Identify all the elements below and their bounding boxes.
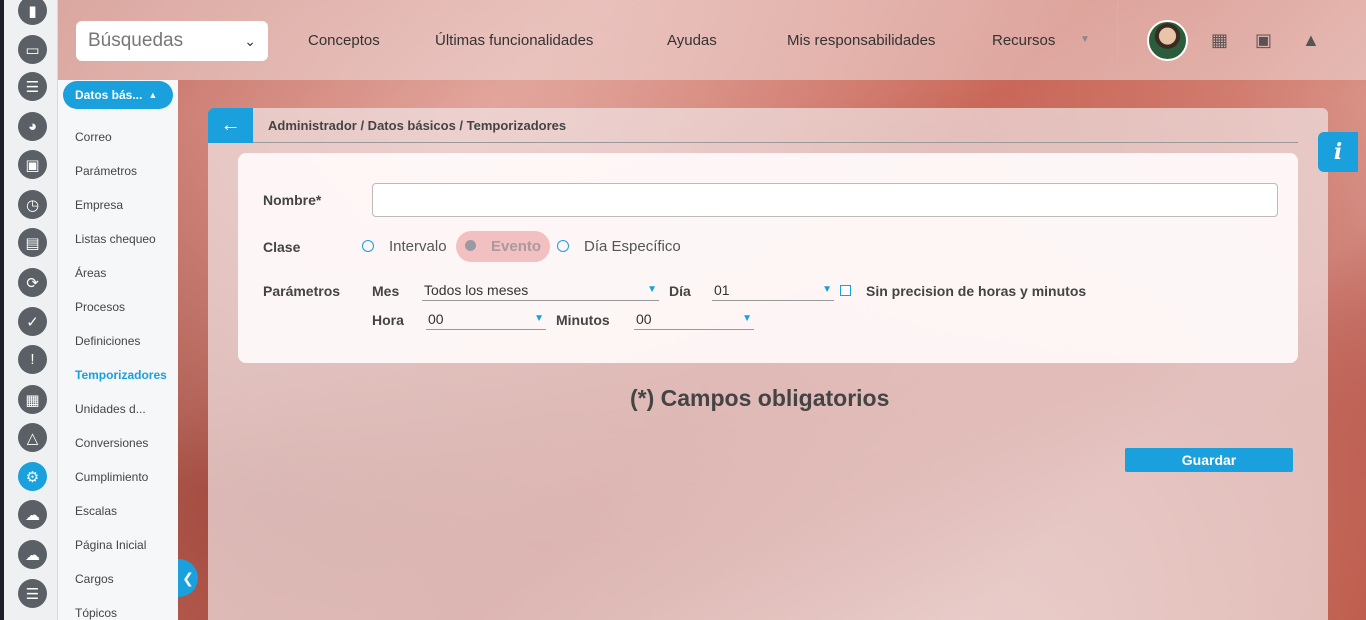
radio-dia-especifico[interactable]	[557, 240, 569, 252]
list-icon[interactable]: ☰	[18, 579, 47, 608]
no-precision-label: Sin precision de horas y minutos	[866, 283, 1087, 299]
sidebar-item-cargos[interactable]: Cargos	[75, 572, 114, 586]
cycle-icon[interactable]: ⟳	[18, 268, 47, 297]
sidebar-item-cumplimiento[interactable]: Cumplimiento	[75, 470, 148, 484]
name-label: Nombre*	[263, 192, 322, 208]
chevron-down-icon: ⌄	[244, 32, 256, 49]
presentation-icon[interactable]: ▭	[18, 35, 47, 64]
info-button[interactable]: i	[1318, 132, 1358, 172]
sidebar-item-parametros[interactable]: Parámetros	[75, 164, 137, 178]
required-fields-note: (*) Campos obligatorios	[630, 385, 890, 411]
caret-down-icon[interactable]: ▼	[1080, 34, 1090, 45]
caret-down-icon: ▼	[534, 313, 544, 324]
month-label: Mes	[372, 283, 400, 299]
minutes-select[interactable]: 00 ▼	[634, 308, 754, 330]
gantt-icon[interactable]: ☰	[18, 72, 47, 101]
sidebar-item-listas-chequeo[interactable]: Listas chequeo	[75, 232, 156, 246]
month-select[interactable]: Todos los meses ▼	[422, 279, 659, 301]
calendar-icon[interactable]: ▦	[18, 385, 47, 414]
back-button[interactable]: ←	[208, 108, 253, 143]
menu-mis-responsabilidades[interactable]: Mis responsabilidades	[787, 32, 935, 49]
hour-label: Hora	[372, 312, 404, 328]
class-label: Clase	[263, 239, 301, 255]
divider	[1117, 0, 1118, 80]
caret-up-icon: ▲	[148, 90, 158, 100]
radio-intervalo-label[interactable]: Intervalo	[389, 238, 447, 255]
sidebar-item-temporizadores[interactable]: Temporizadores	[75, 368, 167, 382]
weather-icon[interactable]: ☁	[18, 500, 47, 529]
menu-ultimas-funcionalidades[interactable]: Últimas funcionalidades	[435, 32, 593, 49]
menu-ayudas[interactable]: Ayudas	[667, 32, 717, 49]
search-dropdown[interactable]: Búsquedas ⌄	[76, 21, 268, 61]
sidebar-item-unidades[interactable]: Unidades d...	[75, 402, 146, 416]
radio-intervalo[interactable]	[362, 240, 374, 252]
sidebar-item-definiciones[interactable]: Definiciones	[75, 334, 140, 348]
hour-value: 00	[428, 310, 444, 327]
warning-icon[interactable]: !	[18, 345, 47, 374]
caret-down-icon: ▼	[742, 313, 752, 324]
caret-down-icon: ▼	[822, 284, 832, 295]
radio-evento-dot[interactable]	[465, 240, 476, 251]
day-label: Día	[669, 283, 691, 299]
name-input[interactable]	[372, 183, 1278, 217]
clock-icon[interactable]: ◷	[18, 190, 47, 219]
hour-select[interactable]: 00 ▼	[426, 308, 546, 330]
menu-recursos[interactable]: Recursos	[992, 32, 1055, 49]
sidebar-item-topicos[interactable]: Tópicos	[75, 606, 117, 620]
section-selector[interactable]: Datos bás... ▲	[63, 81, 173, 109]
cloud-icon[interactable]: ☁	[18, 540, 47, 569]
rail-edge	[0, 0, 4, 620]
month-value: Todos los meses	[424, 281, 529, 298]
bell-icon[interactable]: ▲	[1302, 30, 1320, 51]
sidebar-item-areas[interactable]: Áreas	[75, 266, 106, 280]
avatar[interactable]	[1147, 20, 1188, 61]
sidebar-item-empresa[interactable]: Empresa	[75, 198, 123, 212]
radio-evento-label[interactable]: Evento	[491, 238, 541, 255]
day-value: 01	[714, 281, 730, 298]
map-icon[interactable]: ▣	[1255, 30, 1272, 51]
caret-down-icon: ▼	[647, 284, 657, 295]
sidebar-item-pagina-inicial[interactable]: Página Inicial	[75, 538, 146, 552]
check-icon[interactable]: ✓	[18, 307, 47, 336]
breadcrumb: Administrador / Datos básicos / Temporiz…	[268, 118, 567, 133]
sidebar-item-correo[interactable]: Correo	[75, 130, 112, 144]
gear-icon[interactable]: ⚙	[18, 462, 47, 491]
day-select[interactable]: 01 ▼	[712, 279, 834, 301]
minutes-value: 00	[636, 310, 652, 327]
radio-dia-especifico-label[interactable]: Día Específico	[584, 238, 681, 255]
search-label: Búsquedas	[88, 30, 184, 51]
pie-chart-icon[interactable]: ◕	[18, 112, 47, 141]
divider	[253, 142, 1298, 143]
section-label: Datos bás...	[75, 88, 143, 102]
minutes-label: Minutos	[556, 312, 610, 328]
calendar-icon[interactable]: ▦	[1211, 30, 1228, 51]
save-button[interactable]: Guardar	[1125, 448, 1293, 472]
params-label: Parámetros	[263, 283, 341, 299]
sidebar-item-procesos[interactable]: Procesos	[75, 300, 125, 314]
network-icon[interactable]: △	[18, 423, 47, 452]
sidebar-item-conversiones[interactable]: Conversiones	[75, 436, 148, 450]
document-icon[interactable]: ▤	[18, 228, 47, 257]
no-precision-checkbox[interactable]	[840, 285, 851, 296]
map-icon[interactable]: ▣	[18, 150, 47, 179]
menu-conceptos[interactable]: Conceptos	[308, 32, 380, 49]
sidebar-item-escalas[interactable]: Escalas	[75, 504, 117, 518]
